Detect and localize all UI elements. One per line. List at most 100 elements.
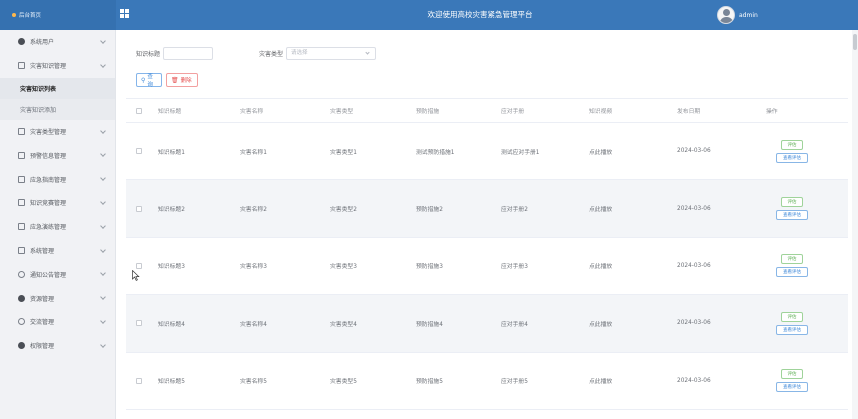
cell-title: 知识标题3	[158, 264, 185, 271]
cell-manual: 应对手册2	[501, 207, 528, 214]
select-all-cell	[136, 99, 142, 122]
row-checkbox[interactable]	[136, 377, 142, 384]
sidebar-item-contest[interactable]: 知识竞赛管理	[0, 191, 115, 215]
row-checkbox[interactable]	[136, 205, 142, 212]
select-all-checkbox[interactable]	[136, 107, 142, 114]
cell-video-link[interactable]: 点此播放	[589, 123, 612, 179]
view-evaluation-button[interactable]: 查看评估	[776, 382, 808, 393]
type-filter-placeholder: 请选择	[291, 49, 308, 56]
row-actions: 评估 查看评估	[772, 353, 812, 409]
doc-icon	[18, 175, 25, 183]
cell-video-link[interactable]: 点此播放	[589, 353, 612, 409]
cell-title: 知识标题5	[158, 379, 185, 386]
col-name[interactable]: 灾害名称	[240, 99, 263, 122]
action-buttons: ⚲ 查询 🗑 删除	[136, 73, 198, 88]
cell-type: 灾害类型5	[330, 379, 357, 386]
sidebar-item-resource[interactable]: 资源管理	[0, 286, 115, 310]
evaluate-button[interactable]: 评估	[781, 197, 803, 208]
chevron-down-icon	[100, 127, 106, 134]
delete-button-label: 删除	[180, 78, 192, 84]
menu-toggle-icon[interactable]	[120, 9, 129, 18]
evaluate-button[interactable]: 评估	[781, 254, 803, 265]
sidebar-item-system-users[interactable]: 系统用户	[0, 30, 115, 54]
doc-icon	[18, 151, 25, 159]
col-manual[interactable]: 应对手册	[501, 99, 524, 122]
delete-button[interactable]: 🗑 删除	[166, 73, 198, 87]
cell-prevent: 预防措施2	[416, 207, 443, 214]
chevron-down-icon	[100, 294, 106, 301]
doc-icon	[18, 223, 25, 231]
sidebar-item-label: 灾害类型管理	[30, 128, 67, 136]
sidebar-item-warning[interactable]: 预警信息管理	[0, 143, 115, 167]
knowledge-table: 知识标题 灾害名称 灾害类型 预防措施 应对手册 知识视频 发布日期 操作 知识…	[126, 98, 848, 410]
row-select-cell	[136, 238, 142, 294]
col-actions: 操作	[766, 109, 778, 115]
cell-type: 灾害类型3	[330, 264, 357, 271]
user-menu[interactable]: admin	[717, 5, 758, 25]
col-type[interactable]: 灾害类型	[330, 99, 353, 122]
col-date[interactable]: 发布日期	[677, 99, 700, 122]
table-row: 知识标题4 灾害名称4 灾害类型4 预防措施4 应对手册4 点此播放 2024-…	[126, 295, 848, 353]
info-icon	[18, 270, 25, 278]
doc-icon	[18, 62, 25, 70]
evaluate-button[interactable]: 评估	[781, 311, 803, 322]
view-evaluation-button[interactable]: 查看评估	[776, 267, 808, 278]
sidebar-item-notice[interactable]: 通知公告管理	[0, 262, 115, 286]
view-evaluation-button[interactable]: 查看评估	[776, 210, 808, 221]
sidebar-item-label: 知识竞赛管理	[30, 200, 67, 208]
title-filter-input[interactable]	[163, 46, 214, 60]
avatar[interactable]	[717, 6, 735, 24]
sidebar-item-exchange[interactable]: 交流管理	[0, 310, 115, 334]
search-button[interactable]: ⚲ 查询	[136, 73, 162, 88]
col-video[interactable]: 知识视频	[589, 99, 612, 122]
cell-date: 2024-03-06	[677, 320, 711, 327]
sidebar-item-permission[interactable]: 权限管理	[0, 334, 115, 358]
row-checkbox[interactable]	[136, 148, 142, 155]
cell-date: 2024-03-06	[677, 377, 711, 384]
cell-prevent: 预防措施3	[416, 264, 443, 271]
type-filter-select[interactable]: 请选择	[286, 46, 377, 60]
view-evaluation-button[interactable]: 查看评估	[776, 324, 808, 335]
evaluate-button[interactable]: 评估	[781, 369, 803, 380]
col-prevent[interactable]: 预防措施	[416, 99, 439, 122]
trash-icon: 🗑	[171, 76, 179, 84]
platform-title: 欢迎使用高校灾害紧急管理平台	[427, 10, 533, 19]
table-header: 知识标题 灾害名称 灾害类型 预防措施 应对手册 知识视频 发布日期 操作	[126, 99, 848, 123]
row-actions: 评估 查看评估	[772, 123, 812, 179]
mouse-cursor-icon	[132, 270, 140, 281]
cell-video-link[interactable]: 点此播放	[589, 295, 612, 351]
row-select-cell	[136, 295, 142, 351]
cell-prevent: 预防措施4	[416, 321, 443, 328]
evaluate-button[interactable]: 评估	[781, 139, 803, 150]
view-evaluation-button[interactable]: 查看评估	[776, 152, 808, 163]
home-icon	[12, 13, 16, 17]
sidebar-item-drill[interactable]: 应急演练管理	[0, 215, 115, 239]
vertical-scrollbar[interactable]	[852, 30, 858, 419]
cell-name: 灾害名称2	[240, 207, 267, 214]
sidebar-item-system[interactable]: 系统管理	[0, 239, 115, 263]
row-checkbox[interactable]	[136, 320, 142, 327]
sidebar-subitem-knowledge-list[interactable]: 灾害知识列表	[0, 77, 115, 99]
cell-date: 2024-03-06	[677, 148, 711, 155]
sidebar: 系统用户 灾害知识管理 灾害知识列表 灾害知识添加 灾害类型管理 预警信息管理 …	[0, 30, 116, 419]
sidebar-subitem-knowledge-add[interactable]: 灾害知识添加	[0, 98, 115, 120]
cell-manual: 应对手册3	[501, 264, 528, 271]
sidebar-item-disaster-type[interactable]: 灾害类型管理	[0, 120, 115, 144]
sidebar-item-label: 预警信息管理	[30, 152, 67, 160]
row-checkbox[interactable]	[136, 262, 142, 269]
table-row: 知识标题1 灾害名称1 灾害类型1 测试预防措施1 测试应对手册1 点此播放 2…	[126, 123, 848, 181]
sidebar-item-disaster-knowledge[interactable]: 灾害知识管理	[0, 54, 115, 78]
col-title[interactable]: 知识标题	[158, 99, 181, 122]
chevron-down-icon	[100, 199, 106, 205]
home-link[interactable]: 后台首页	[0, 0, 116, 30]
cell-video-link[interactable]: 点此播放	[589, 238, 612, 294]
chat-icon	[18, 318, 25, 326]
table-row: 知识标题3 灾害名称3 灾害类型3 预防措施3 应对手册3 点此播放 2024-…	[126, 238, 848, 296]
table-row: 知识标题5 灾害名称5 灾害类型5 预防措施5 应对手册5 点此播放 2024-…	[126, 353, 848, 410]
cell-prevent: 预防措施5	[416, 379, 443, 386]
sidebar-item-guide[interactable]: 应急指南管理	[0, 167, 115, 191]
chevron-down-icon	[365, 49, 370, 55]
cell-video-link[interactable]: 点此播放	[589, 180, 612, 236]
sidebar-item-label: 系统用户	[30, 39, 55, 47]
scrollbar-thumb[interactable]	[853, 34, 857, 50]
